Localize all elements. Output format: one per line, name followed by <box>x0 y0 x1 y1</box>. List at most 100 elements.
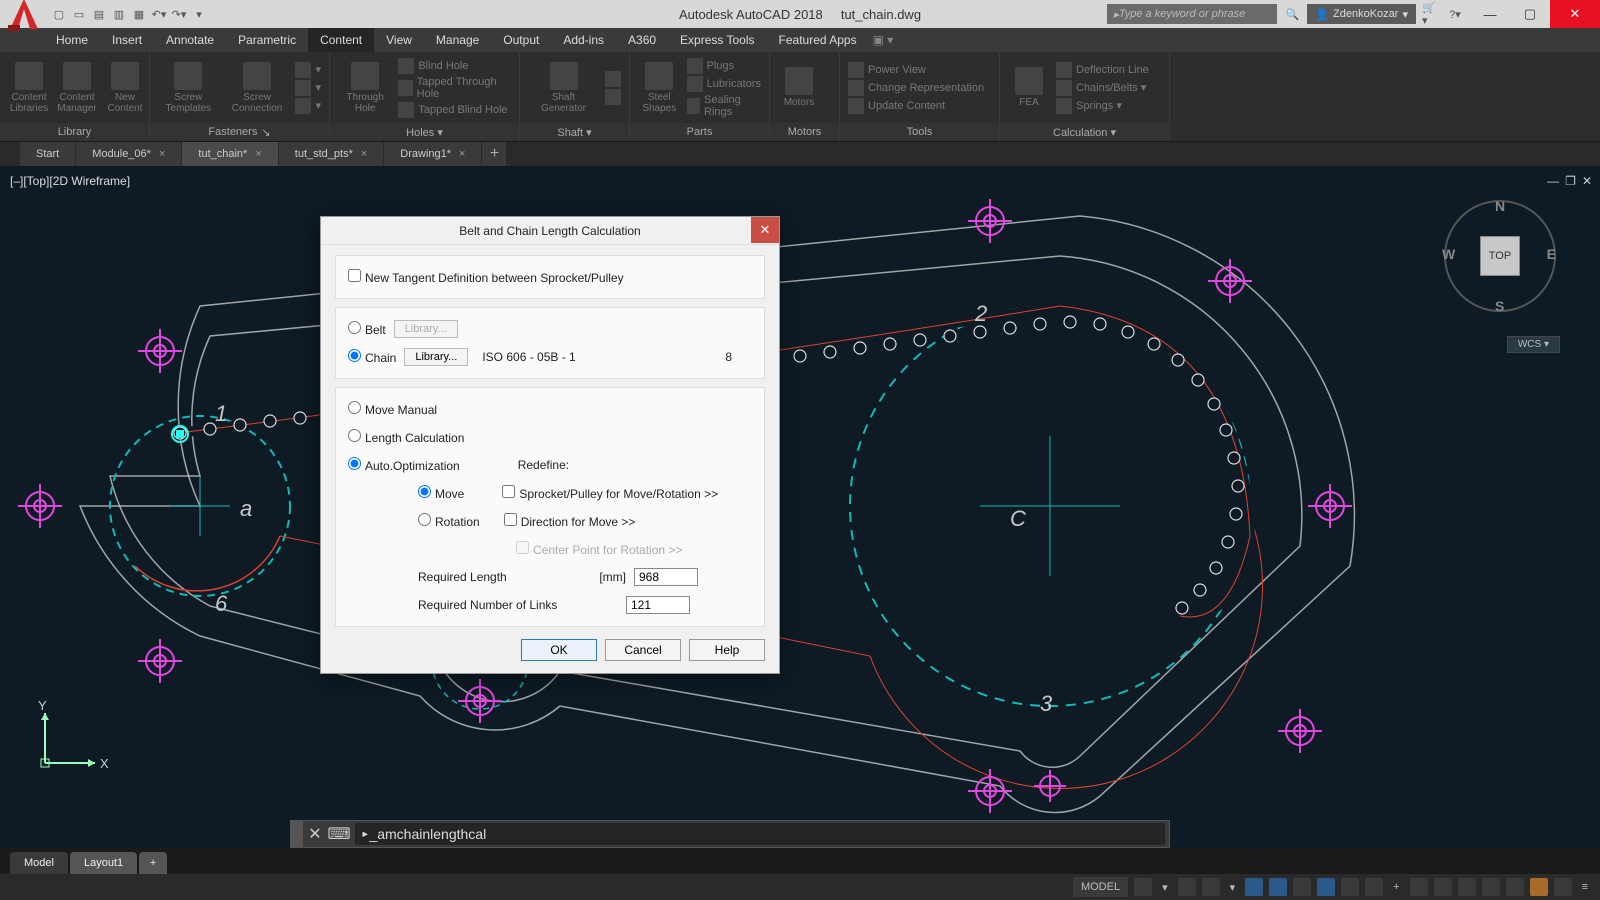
req-length-input[interactable] <box>634 568 698 586</box>
tab-home[interactable]: Home <box>44 28 100 52</box>
fastener-opt3[interactable]: ▾ <box>295 98 321 114</box>
tab-express[interactable]: Express Tools <box>668 28 766 52</box>
chains-belts-button[interactable]: Chains/Belts ▾ <box>1056 80 1149 96</box>
doctab-module06[interactable]: Module_06*× <box>76 142 182 166</box>
doctab-tutstdpts[interactable]: tut_std_pts*× <box>279 142 385 166</box>
fea-button[interactable]: FEA <box>1008 67 1050 108</box>
close-button[interactable]: ✕ <box>1550 0 1600 28</box>
qat-undo-icon[interactable]: ↶▾ <box>150 5 168 23</box>
screw-templates-button[interactable]: Screw Templates <box>158 62 219 114</box>
sb-icon[interactable] <box>1341 878 1359 896</box>
minimize-button[interactable]: — <box>1470 0 1510 28</box>
help-icon[interactable]: ?▾ <box>1446 5 1464 23</box>
steel-shapes-button[interactable]: Steel Shapes <box>638 62 681 114</box>
dialog-close-button[interactable]: ✕ <box>751 217 779 243</box>
sb-icon[interactable] <box>1458 878 1476 896</box>
sprocket-checkbox[interactable]: Sprocket/Pulley for Move/Rotation >> <box>502 485 718 501</box>
chain-library-button[interactable]: Library... <box>404 348 468 366</box>
shaft-generator-button[interactable]: Shaft Generator <box>528 62 599 114</box>
sealing-rings-button[interactable]: Sealing Rings <box>687 94 761 118</box>
command-input[interactable]: ▸ _amchainlengthcal <box>355 823 1165 845</box>
search-input[interactable]: ▸ Type a keyword or phrase <box>1107 4 1277 24</box>
tab-addins[interactable]: Add-ins <box>551 28 616 52</box>
viewcube-face[interactable]: TOP <box>1480 236 1520 276</box>
help-button[interactable]: Help <box>689 639 765 661</box>
add-doctab-button[interactable]: + <box>482 142 506 166</box>
sb-model-button[interactable]: MODEL <box>1073 877 1128 897</box>
screw-connection-button[interactable]: Screw Connection <box>225 62 290 114</box>
rotation-radio[interactable]: Rotation <box>418 513 480 529</box>
qat-redo-icon[interactable]: ↷▾ <box>170 5 188 23</box>
springs-button[interactable]: Springs ▾ <box>1056 98 1149 114</box>
close-icon[interactable]: × <box>255 148 261 160</box>
tab-manage[interactable]: Manage <box>424 28 491 52</box>
doctab-tutchain[interactable]: tut_chain*× <box>182 142 278 166</box>
blind-hole-button[interactable]: Blind Hole <box>398 58 511 74</box>
tab-output[interactable]: Output <box>491 28 551 52</box>
viewcube[interactable]: TOP N S E W <box>1440 196 1560 316</box>
sb-icon[interactable] <box>1365 878 1383 896</box>
tab-insert[interactable]: Insert <box>100 28 154 52</box>
panel-shaft[interactable]: Shaft ▾ <box>520 123 629 141</box>
panel-calculation[interactable]: Calculation ▾ <box>1000 123 1169 141</box>
deflection-button[interactable]: Deflection Line <box>1056 62 1149 78</box>
power-view-button[interactable]: Power View <box>848 62 984 78</box>
shaft-opt1[interactable] <box>605 71 621 87</box>
maximize-button[interactable]: ▢ <box>1510 0 1550 28</box>
sb-snap-icon[interactable] <box>1245 878 1263 896</box>
close-icon[interactable]: × <box>361 148 367 160</box>
viewcube-west[interactable]: W <box>1442 246 1455 262</box>
dialog-titlebar[interactable]: Belt and Chain Length Calculation ✕ <box>321 217 779 245</box>
tab-view[interactable]: View <box>374 28 424 52</box>
close-icon[interactable]: × <box>159 148 165 160</box>
move-radio[interactable]: Move <box>418 485 464 501</box>
tab-featured[interactable]: Featured Apps <box>767 28 869 52</box>
user-menu[interactable]: 👤 ZdenkoKozar ▾ <box>1307 4 1416 24</box>
new-tangent-checkbox[interactable]: New Tangent Definition between Sprocket/… <box>348 269 624 285</box>
auto-opt-radio[interactable]: Auto.Optimization <box>348 457 460 473</box>
req-links-input[interactable] <box>626 596 690 614</box>
shaft-opt2[interactable] <box>605 89 621 105</box>
panel-fasteners[interactable]: Fasteners ↘ <box>150 123 329 141</box>
viewcube-east[interactable]: E <box>1547 246 1556 262</box>
panel-holes[interactable]: Holes ▾ <box>330 123 519 141</box>
sb-menu[interactable]: ≡ <box>1578 877 1592 897</box>
length-calc-radio[interactable]: Length Calculation <box>348 429 464 445</box>
lubricators-button[interactable]: Lubricators <box>687 76 761 92</box>
tapped-blind-button[interactable]: Tapped Blind Hole <box>398 102 511 118</box>
viewcube-north[interactable]: N <box>1495 198 1505 214</box>
fastener-opt1[interactable]: ▾ <box>295 62 321 78</box>
layouttab-model[interactable]: Model <box>10 852 68 874</box>
belt-radio[interactable]: Belt <box>348 321 386 337</box>
qat-open-icon[interactable]: ▭ <box>70 5 88 23</box>
change-rep-button[interactable]: Change Representation <box>848 80 984 96</box>
qat-saveas-icon[interactable]: ▥ <box>110 5 128 23</box>
sb-icon[interactable] <box>1293 878 1311 896</box>
tab-content[interactable]: Content <box>308 28 374 52</box>
tab-a360[interactable]: A360 <box>616 28 668 52</box>
cmd-grip-icon[interactable] <box>291 821 303 847</box>
wcs-dropdown[interactable]: WCS ▾ <box>1507 336 1560 353</box>
command-line[interactable]: ✕ ⌨ ▸ _amchainlengthcal <box>290 820 1170 848</box>
qat-more-icon[interactable]: ▾ <box>190 5 208 23</box>
ribbon-overflow-icon[interactable]: ▣ ▾ <box>873 28 894 52</box>
qat-new-icon[interactable]: ▢ <box>50 5 68 23</box>
qat-plot-icon[interactable]: ▦ <box>130 5 148 23</box>
sb-icon[interactable] <box>1554 878 1572 896</box>
drawing-viewport[interactable]: [–][Top][2D Wireframe] —❐✕ <box>0 166 1600 848</box>
move-manual-radio[interactable]: Move Manual <box>348 401 437 417</box>
chain-radio[interactable]: Chain <box>348 349 396 365</box>
direction-checkbox[interactable]: Direction for Move >> <box>504 513 636 529</box>
qat-save-icon[interactable]: ▤ <box>90 5 108 23</box>
viewcube-south[interactable]: S <box>1495 298 1504 314</box>
sb-icon[interactable] <box>1410 878 1428 896</box>
sb-icon[interactable] <box>1506 878 1524 896</box>
doctab-drawing1[interactable]: Drawing1*× <box>384 142 482 166</box>
sb-grid-icon[interactable] <box>1134 878 1152 896</box>
sb-icon[interactable] <box>1178 878 1196 896</box>
cmd-close-icon[interactable]: ✕ <box>303 824 327 844</box>
through-hole-button[interactable]: Through Hole <box>338 62 392 114</box>
close-icon[interactable]: × <box>459 148 465 160</box>
exchange-icon[interactable]: 🛒▾ <box>1422 5 1440 23</box>
doctab-start[interactable]: Start <box>20 142 76 166</box>
